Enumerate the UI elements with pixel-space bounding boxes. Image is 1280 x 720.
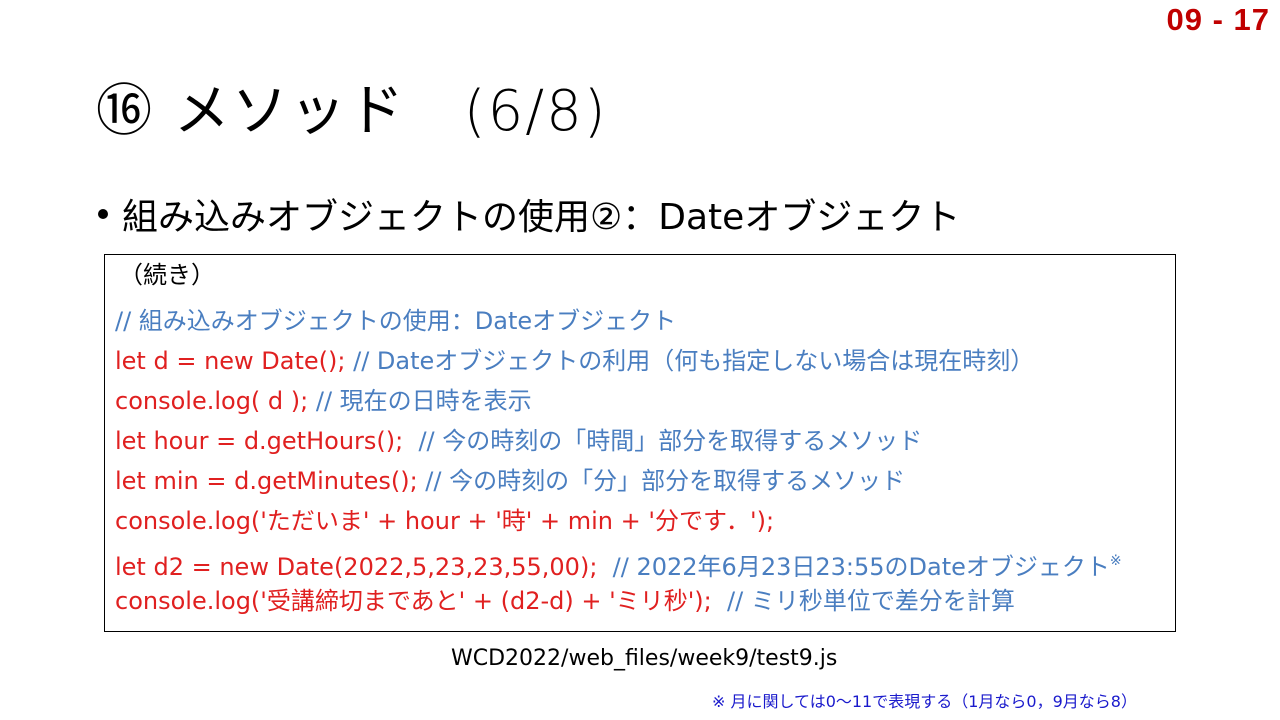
code-text: let min = d.getMinutes(); <box>115 467 426 495</box>
code-comment: // 組み込みオブジェクトの使用：Dateオブジェクト <box>115 307 677 335</box>
code-comment: // Dateオブジェクトの利用（何も指定しない場合は現在時刻） <box>353 347 1035 375</box>
continued-label: （続き） <box>119 261 215 289</box>
bullet-item: 組み込みオブジェクトの使用②：Dateオブジェクト <box>98 188 960 240</box>
bullet-text: 組み込みオブジェクトの使用②：Dateオブジェクト <box>122 197 961 238</box>
code-line: let hour = d.getHours(); // 今の時刻の「時間」部分を… <box>115 421 1122 461</box>
code-lines: // 組み込みオブジェクトの使用：Dateオブジェクト let d = new … <box>115 301 1122 621</box>
code-line: console.log('受講締切まであと' + (d2-d) + 'ミリ秒')… <box>115 581 1122 621</box>
code-line: console.log( d ); // 現在の日時を表示 <box>115 381 1122 421</box>
code-text: console.log('受講締切まであと' + (d2-d) + 'ミリ秒')… <box>115 587 728 615</box>
code-line: let min = d.getMinutes(); // 今の時刻の「分」部分を… <box>115 461 1122 501</box>
code-line: let d2 = new Date(2022,5,23,23,55,00); /… <box>115 541 1122 581</box>
code-text: let d = new Date(); <box>115 347 354 375</box>
footnote-mark: ※ <box>1109 553 1122 569</box>
code-box: （続き） // 組み込みオブジェクトの使用：Dateオブジェクト let d =… <box>104 254 1176 632</box>
code-comment: // 現在の日時を表示 <box>315 387 532 415</box>
file-path: WCD2022/web_files/week9/test9.js <box>451 646 838 671</box>
code-comment: // 今の時刻の「時間」部分を取得するメソッド <box>418 427 923 455</box>
code-line: // 組み込みオブジェクトの使用：Dateオブジェクト <box>115 301 1122 341</box>
code-comment: // ミリ秒単位で差分を計算 <box>727 587 1015 615</box>
code-text: console.log( d ); <box>115 387 316 415</box>
footnote: ※ 月に関しては0～11で表現する（1月なら0，9月なら8） <box>712 692 1137 711</box>
code-text: console.log('ただいま' + hour + '時' + min + … <box>115 507 775 535</box>
code-comment: // 2022年6月23日23:55のDateオブジェクト <box>612 553 1110 581</box>
code-comment: // 今の時刻の「分」部分を取得するメソッド <box>425 467 906 495</box>
page-number: 09 - 17 <box>1166 2 1270 37</box>
code-text: let hour = d.getHours(); <box>115 427 419 455</box>
code-text: let d2 = new Date(2022,5,23,23,55,00); <box>115 553 613 581</box>
code-line: let d = new Date(); // Dateオブジェクトの利用（何も指… <box>115 341 1122 381</box>
slide-title: ⑯ メソッド (6/8) <box>96 79 608 144</box>
bullet-dot-icon <box>98 209 108 219</box>
code-line: console.log('ただいま' + hour + '時' + min + … <box>115 501 1122 541</box>
